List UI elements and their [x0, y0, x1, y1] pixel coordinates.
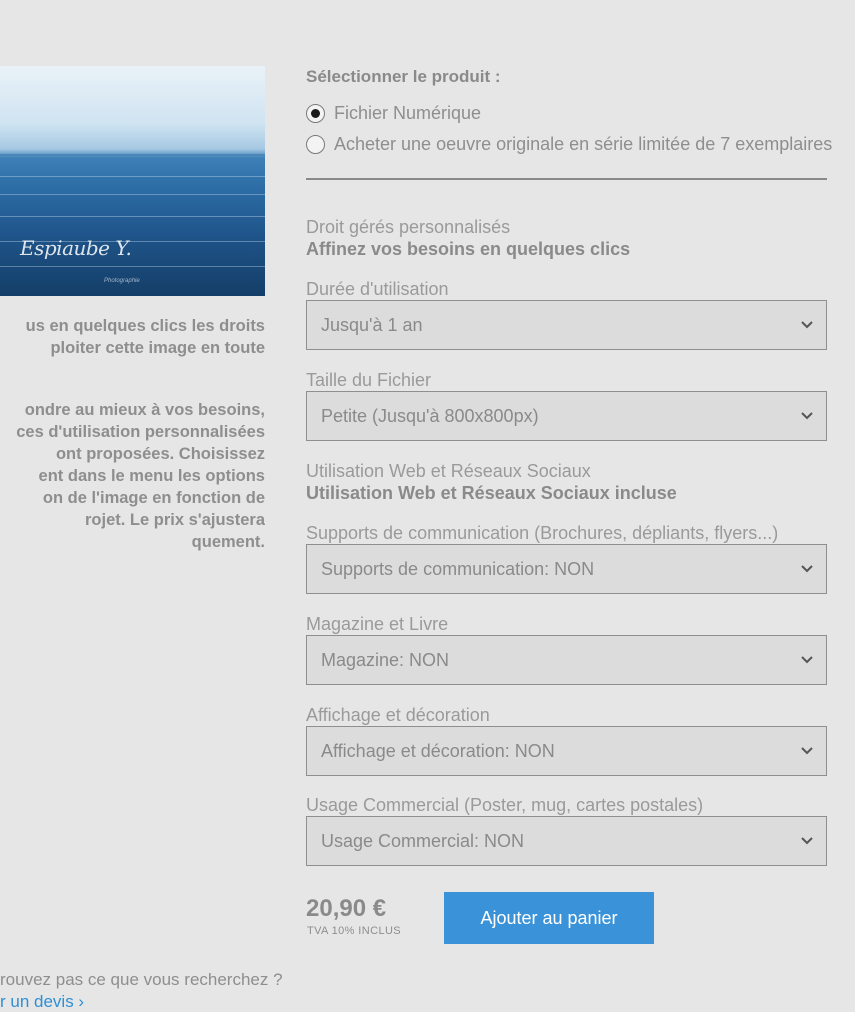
- chevron-down-icon: [801, 747, 813, 755]
- add-to-cart-button[interactable]: Ajouter au panier: [444, 892, 654, 944]
- file-size-select[interactable]: Petite (Jusqu'à 800x800px): [306, 391, 827, 441]
- duration-value: Jusqu'à 1 an: [321, 314, 423, 335]
- radio-unchecked-icon[interactable]: [306, 134, 325, 154]
- magazine-value: Magazine: NON: [321, 649, 450, 670]
- request-quote-link[interactable]: r un devis ›: [0, 992, 84, 1012]
- watermark-logo: Espiaube Y.: [20, 236, 132, 260]
- description-line: ploiter cette image en toute: [50, 339, 265, 357]
- photo-horizon: [0, 154, 265, 156]
- option-label: Fichier Numérique: [334, 102, 482, 123]
- product-select-title: Sélectionner le produit :: [306, 67, 501, 86]
- display-select[interactable]: Affichage et décoration: NON: [306, 726, 827, 776]
- commercial-label: Usage Commercial (Poster, mug, cartes po…: [306, 795, 704, 815]
- description-line: us en quelques clics les droits: [25, 317, 265, 335]
- watermark-subtext: Photographie: [104, 278, 140, 284]
- chevron-down-icon: [801, 565, 813, 573]
- option-digital-file[interactable]: Fichier Numérique: [306, 102, 481, 124]
- web-usage-value: Utilisation Web et Réseaux Sociaux inclu…: [306, 483, 677, 503]
- description-line: rojet. Le prix s'ajustera: [85, 511, 265, 529]
- description-line: quement.: [191, 533, 265, 551]
- description-line: ent dans le menu les options: [38, 467, 265, 485]
- not-found-text: rouvez pas ce que vous recherchez ?: [0, 970, 283, 989]
- photo-wave: [0, 194, 265, 195]
- communication-select[interactable]: Supports de communication: NON: [306, 544, 827, 594]
- photo-wave: [0, 176, 265, 177]
- description-line: ces d'utilisation personnalisées: [16, 423, 265, 441]
- radio-checked-icon[interactable]: [306, 103, 325, 123]
- section-divider: [306, 178, 827, 180]
- description-paragraph-2: ondre au mieux à vos besoins, ces d'util…: [0, 399, 265, 553]
- magazine-label: Magazine et Livre: [306, 614, 449, 634]
- commercial-value: Usage Commercial: NON: [321, 830, 525, 851]
- chevron-down-icon: [801, 412, 813, 420]
- photo-wave: [0, 266, 265, 267]
- file-size-label: Taille du Fichier: [306, 370, 432, 390]
- communication-value: Supports de communication: NON: [321, 558, 595, 579]
- web-usage-label: Utilisation Web et Réseaux Sociaux: [306, 461, 591, 481]
- description-paragraph-1: us en quelques clics les droits ploiter …: [0, 315, 265, 359]
- duration-select[interactable]: Jusqu'à 1 an: [306, 300, 827, 350]
- description-line: ondre au mieux à vos besoins,: [24, 401, 265, 419]
- photo-wave: [0, 216, 265, 217]
- rights-subheading: Affinez vos besoins en quelques clics: [306, 239, 631, 259]
- tax-note: TVA 10% INCLUS: [307, 925, 402, 937]
- option-label: Acheter une oeuvre originale en série li…: [334, 133, 833, 154]
- chevron-down-icon: [801, 321, 813, 329]
- display-label: Affichage et décoration: [306, 705, 490, 725]
- option-original-artwork[interactable]: Acheter une oeuvre originale en série li…: [306, 133, 832, 155]
- chevron-down-icon: [801, 837, 813, 845]
- chevron-down-icon: [801, 656, 813, 664]
- price: 20,90 €: [306, 895, 387, 922]
- communication-label: Supports de communication (Brochures, dé…: [306, 523, 779, 543]
- display-value: Affichage et décoration: NON: [321, 740, 555, 761]
- product-photo[interactable]: Espiaube Y. Photographie: [0, 66, 265, 296]
- duration-label: Durée d'utilisation: [306, 279, 449, 299]
- description-line: ont proposées. Choisissez: [55, 445, 265, 463]
- file-size-value: Petite (Jusqu'à 800x800px): [321, 405, 539, 426]
- product-page: Espiaube Y. Photographie us en quelques …: [0, 0, 855, 1012]
- commercial-select[interactable]: Usage Commercial: NON: [306, 816, 827, 866]
- description-line: on de l'image en fonction de: [42, 489, 265, 507]
- rights-heading: Droit gérés personnalisés: [306, 217, 511, 237]
- magazine-select[interactable]: Magazine: NON: [306, 635, 827, 685]
